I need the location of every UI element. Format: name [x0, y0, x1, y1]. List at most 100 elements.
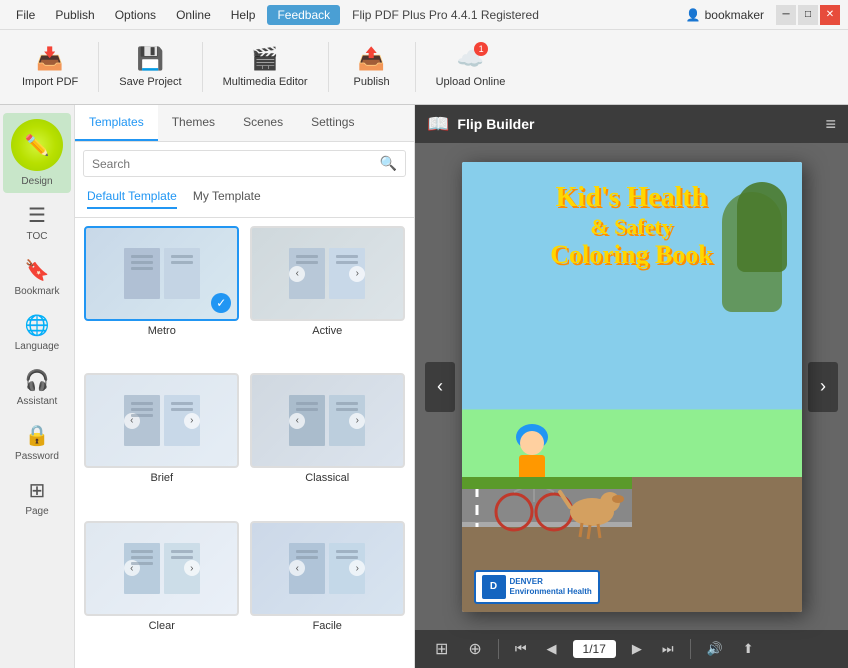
window-controls: ─ □ ✕	[776, 5, 840, 25]
design-circle-icon: ✏️	[11, 119, 63, 171]
templates-panel: Templates Themes Scenes Settings 🔍 Defau…	[75, 105, 415, 668]
multimedia-editor-button[interactable]: 🎬 Multimedia Editor	[211, 40, 320, 94]
toc-icon: ☰	[28, 203, 46, 228]
user-name: bookmaker	[705, 8, 764, 22]
cover-title-line1: Kid's Health	[479, 182, 785, 214]
last-page-button[interactable]: ⏭	[654, 637, 682, 661]
separator-4	[415, 42, 416, 92]
cover-title-line2: & Safety	[479, 214, 785, 240]
template-thumb-facile[interactable]: ‹ ›	[250, 521, 405, 616]
prev-page-button[interactable]: ‹	[425, 362, 455, 412]
prev-arrow-icon: ‹	[289, 266, 305, 282]
flip-logo-icon: 📖	[427, 114, 449, 135]
language-icon: 🌐	[25, 313, 50, 338]
separator-3	[328, 42, 329, 92]
next-arrow-icon-brief: ›	[184, 413, 200, 429]
template-label-facile: Facile	[313, 620, 342, 632]
sidebar-item-assistant[interactable]: 🎧 Assistant	[3, 362, 71, 413]
preview-area: 📖 Flip Builder ≡ ‹ Kid's Health & Safety…	[415, 105, 848, 668]
sidebar-item-design[interactable]: ✏️ Design	[3, 113, 71, 193]
sidebar-item-language[interactable]: 🌐 Language	[3, 307, 71, 358]
panel-tabs: Templates Themes Scenes Settings	[75, 105, 414, 142]
templates-grid: ✓ Metro ‹ ›	[75, 218, 414, 668]
template-label-brief: Brief	[150, 472, 173, 484]
first-page-button[interactable]: ⏮	[507, 637, 535, 661]
template-thumb-brief[interactable]: ‹ ›	[84, 373, 239, 468]
multimedia-editor-icon: 🎬	[251, 46, 278, 72]
import-pdf-label: Import PDF	[22, 76, 78, 88]
maximize-button[interactable]: □	[798, 5, 818, 25]
denver-logo-icon: D	[482, 575, 506, 599]
denver-logo: D DENVER Environmental Health	[474, 570, 600, 604]
sidebar-item-page[interactable]: ⊞ Page	[3, 472, 71, 523]
options-menu[interactable]: Options	[107, 4, 164, 26]
next-arrow-icon-clear: ›	[184, 560, 200, 576]
zoom-in-button[interactable]: ⊕	[460, 635, 489, 663]
tab-scenes[interactable]: Scenes	[229, 105, 297, 141]
template-label-active: Active	[312, 325, 342, 337]
import-pdf-icon: 📥	[36, 46, 63, 72]
close-button[interactable]: ✕	[820, 5, 840, 25]
user-info: 👤 bookmaker	[686, 8, 764, 22]
next-page-button[interactable]: ›	[808, 362, 838, 412]
template-item-metro[interactable]: ✓ Metro	[83, 226, 241, 365]
minimize-button[interactable]: ─	[776, 5, 796, 25]
title-bar: File Publish Options Online Help Feedbac…	[0, 0, 848, 30]
language-label: Language	[15, 341, 60, 352]
upload-online-label: Upload Online	[436, 76, 506, 88]
template-thumb-active[interactable]: ‹ ›	[250, 226, 405, 321]
preview-header: 📖 Flip Builder ≡	[415, 105, 848, 143]
help-menu[interactable]: Help	[223, 4, 264, 26]
template-item-clear[interactable]: ‹ › Clear	[83, 521, 241, 660]
save-project-button[interactable]: 💾 Save Project	[107, 40, 193, 94]
template-label-clear: Clear	[149, 620, 175, 632]
publish-menu[interactable]: Publish	[47, 4, 102, 26]
sidebar-item-bookmark[interactable]: 🔖 Bookmark	[3, 252, 71, 303]
grid-view-button[interactable]: ⊞	[427, 635, 456, 663]
search-icon: 🔍	[380, 155, 397, 172]
search-input[interactable]	[92, 157, 380, 171]
import-pdf-button[interactable]: 📥 Import PDF	[10, 40, 90, 94]
template-thumb-metro[interactable]: ✓	[84, 226, 239, 321]
upload-online-button[interactable]: ☁️1 Upload Online	[424, 40, 518, 94]
subtab-mytemplate[interactable]: My Template	[193, 189, 261, 209]
tab-settings[interactable]: Settings	[297, 105, 368, 141]
template-thumb-classical[interactable]: ‹ ›	[250, 373, 405, 468]
volume-button[interactable]: 🔊	[699, 637, 731, 661]
sidebar-item-toc[interactable]: ☰ TOC	[3, 197, 71, 248]
publish-button[interactable]: 📤 Publish	[337, 40, 407, 94]
selected-check-icon: ✓	[211, 293, 231, 313]
prev-page-button-bottom[interactable]: ◀	[539, 637, 565, 661]
publish-icon: 📤	[358, 46, 385, 72]
page-icon: ⊞	[29, 478, 46, 503]
template-item-brief[interactable]: ‹ › Brief	[83, 373, 241, 512]
separator-1	[98, 42, 99, 92]
bookmark-label: Bookmark	[14, 286, 59, 297]
design-label: Design	[21, 176, 52, 187]
denver-logo-text: DENVER Environmental Health	[510, 577, 592, 596]
prev-arrow-icon-classical: ‹	[289, 413, 305, 429]
next-arrow-icon-facile: ›	[349, 560, 365, 576]
tab-themes[interactable]: Themes	[158, 105, 229, 141]
password-icon: 🔒	[25, 423, 50, 448]
prev-arrow-icon-facile: ‹	[289, 560, 305, 576]
share-button[interactable]: ⬆	[735, 637, 762, 661]
template-thumb-clear[interactable]: ‹ ›	[84, 521, 239, 616]
feedback-button[interactable]: Feedback	[267, 5, 340, 25]
template-item-classical[interactable]: ‹ › Classical	[249, 373, 407, 512]
next-page-button-bottom[interactable]: ▶	[624, 637, 650, 661]
template-item-facile[interactable]: ‹ › Facile	[249, 521, 407, 660]
tab-templates[interactable]: Templates	[75, 105, 158, 141]
save-project-icon: 💾	[137, 46, 164, 72]
sidebar-item-password[interactable]: 🔒 Password	[3, 417, 71, 468]
subtab-default[interactable]: Default Template	[87, 189, 177, 209]
page-indicator: 1/17	[573, 640, 616, 658]
cover-illustration	[462, 327, 632, 557]
next-arrow-icon-classical: ›	[349, 413, 365, 429]
file-menu[interactable]: File	[8, 4, 43, 26]
menu-icon[interactable]: ≡	[825, 114, 836, 135]
bottom-separator-2	[690, 639, 691, 659]
online-menu[interactable]: Online	[168, 4, 219, 26]
template-item-active[interactable]: ‹ › Active	[249, 226, 407, 365]
bookmark-icon: 🔖	[25, 258, 50, 283]
